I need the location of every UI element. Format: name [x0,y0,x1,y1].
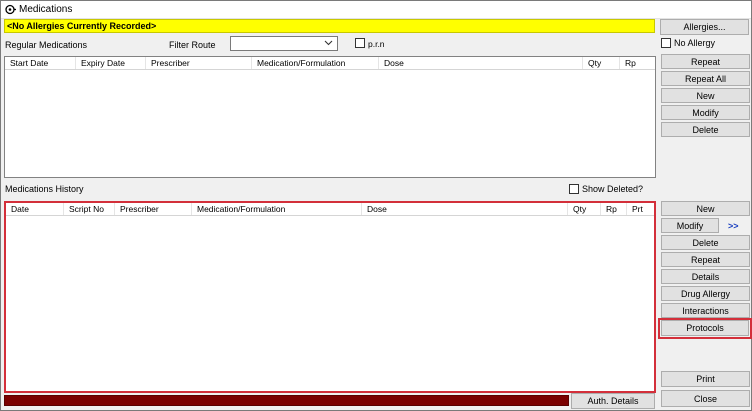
column-header-prescriber[interactable]: Prescriber [115,203,192,215]
protocols-button[interactable]: Protocols [661,320,749,336]
regular-medications-grid[interactable]: Start Date Expiry Date Prescriber Medica… [4,56,656,178]
close-button[interactable]: Close [661,390,750,407]
repeat-button[interactable]: Repeat [661,54,750,69]
medications-window: Medications <No Allergies Currently Reco… [0,0,752,411]
app-icon [5,4,16,15]
regular-grid-header: Start Date Expiry Date Prescriber Medica… [5,57,655,70]
no-allergy-checkbox[interactable] [661,38,671,48]
column-header-qty[interactable]: Qty [568,203,601,215]
column-header-date[interactable]: Date [6,203,64,215]
prn-label: p.r.n [368,39,385,49]
column-header-qty[interactable]: Qty [583,57,620,69]
interactions-button[interactable]: Interactions [661,303,750,318]
column-header-dose[interactable]: Dose [362,203,568,215]
print-button[interactable]: Print [661,371,750,387]
column-header-medication[interactable]: Medication/Formulation [192,203,362,215]
auth-details-button[interactable]: Auth. Details [571,393,655,409]
medications-history-grid[interactable]: Date Script No Prescriber Medication/For… [4,201,656,393]
regular-medications-label: Regular Medications [5,40,88,50]
status-bar [4,395,569,406]
filter-route-select[interactable] [230,36,338,51]
title-bar: Medications [1,1,751,19]
new-history-button[interactable]: New [661,201,750,216]
modify-history-button[interactable]: Modify [661,218,719,233]
delete-regular-button[interactable]: Delete [661,122,750,137]
repeat-history-button[interactable]: Repeat [661,252,750,267]
filter-route-label: Filter Route [169,40,216,50]
column-header-medication[interactable]: Medication/Formulation [252,57,379,69]
repeat-all-button[interactable]: Repeat All [661,71,750,86]
column-header-rp[interactable]: Rp [601,203,627,215]
medications-history-label: Medications History [5,184,84,194]
allergies-button[interactable]: Allergies... [660,19,749,35]
chevron-down-icon [324,40,333,46]
window-title: Medications [19,4,73,15]
no-allergy-label: No Allergy [674,38,716,48]
column-header-start-date[interactable]: Start Date [5,57,76,69]
column-header-script-no[interactable]: Script No [64,203,115,215]
history-grid-header: Date Script No Prescriber Medication/For… [6,203,654,216]
new-regular-button[interactable]: New [661,88,750,103]
column-header-prescriber[interactable]: Prescriber [146,57,252,69]
column-header-rp[interactable]: Rp [620,57,655,69]
allergy-banner: <No Allergies Currently Recorded> [4,19,655,33]
column-header-expiry-date[interactable]: Expiry Date [76,57,146,69]
column-header-dose[interactable]: Dose [379,57,583,69]
expand-link[interactable]: >> [728,221,739,231]
column-header-prt[interactable]: Prt [627,203,654,215]
details-button[interactable]: Details [661,269,750,284]
delete-history-button[interactable]: Delete [661,235,750,250]
modify-regular-button[interactable]: Modify [661,105,750,120]
drug-allergy-button[interactable]: Drug Allergy [661,286,750,301]
show-deleted-checkbox[interactable] [569,184,579,194]
show-deleted-label: Show Deleted? [582,184,644,194]
prn-checkbox[interactable] [355,38,365,48]
